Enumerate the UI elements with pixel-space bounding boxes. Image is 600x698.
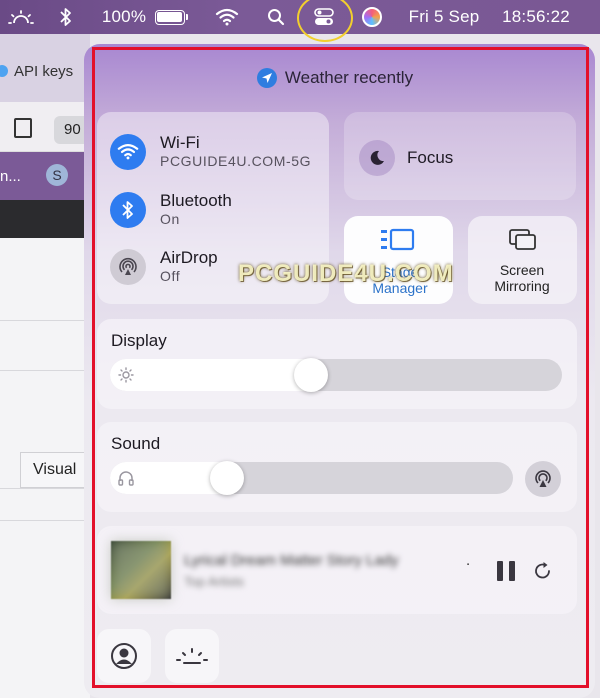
- time-text: 18:56:22: [502, 7, 570, 26]
- bookmark-item[interactable]: n...: [0, 168, 21, 185]
- battery-icon[interactable]: [152, 0, 190, 34]
- siri-orb: [362, 7, 382, 27]
- bookmark-s-icon[interactable]: S: [46, 164, 68, 186]
- highlight-circle: [297, 0, 353, 42]
- menu-date[interactable]: Fri 5 Sep: [404, 0, 484, 34]
- battery-body: [154, 9, 185, 25]
- divider: [0, 370, 90, 371]
- menu-bar: 100% Fri 5 Sep 18:56:22: [0, 0, 600, 42]
- battery-fill: [157, 12, 182, 22]
- background-dark-strip: [0, 200, 90, 238]
- zoom-text: 90: [64, 121, 81, 138]
- visual-tab[interactable]: Visual: [20, 452, 90, 488]
- battery-percent: 100%: [100, 0, 148, 34]
- wifi-icon[interactable]: [212, 0, 242, 34]
- battery-tip: [185, 14, 188, 20]
- annotation-rectangle: [92, 47, 589, 688]
- bookmarks-bar: n... S: [0, 152, 90, 200]
- bluetooth-icon[interactable]: [56, 0, 76, 34]
- divider: [0, 320, 90, 321]
- siri-icon[interactable]: [360, 0, 384, 34]
- visual-tab-label: Visual: [33, 461, 77, 478]
- date-text: Fri 5 Sep: [408, 7, 480, 26]
- brightness-icon[interactable]: [6, 0, 36, 34]
- document-icon[interactable]: [14, 118, 32, 138]
- menu-clock[interactable]: 18:56:22: [494, 0, 578, 34]
- divider: [0, 520, 90, 521]
- search-icon[interactable]: [264, 0, 288, 34]
- divider: [0, 488, 90, 489]
- battery-percent-text: 100%: [101, 7, 147, 26]
